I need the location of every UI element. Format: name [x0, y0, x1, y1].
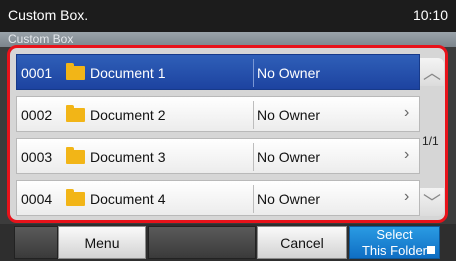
list-item[interactable]: 0003 Document 3 No Owner › — [16, 138, 420, 174]
list-item[interactable]: 0001 Document 1 No Owner — [16, 54, 420, 90]
window-title: Custom Box. — [8, 7, 89, 23]
column-divider — [253, 143, 254, 171]
chevron-right-icon[interactable]: › — [404, 188, 409, 206]
select-button-line2: This Folder — [361, 242, 428, 258]
chevron-right-icon[interactable]: › — [404, 146, 409, 164]
folder-icon — [66, 147, 85, 164]
select-this-folder-button[interactable]: Select This Folder — [349, 226, 440, 259]
menu-button-label: Menu — [84, 234, 120, 251]
folder-icon — [66, 105, 85, 122]
title-bar: Custom Box. 10:10 — [0, 0, 456, 32]
document-name: Document 1 — [90, 65, 166, 81]
document-owner: No Owner — [257, 191, 321, 207]
document-number: 0001 — [21, 65, 53, 81]
menu-button[interactable]: Menu — [58, 226, 146, 259]
folder-icon — [66, 63, 85, 80]
cancel-button-label: Cancel — [280, 234, 324, 251]
select-button-line1: Select — [376, 226, 413, 242]
blank-button[interactable] — [148, 226, 256, 259]
document-owner: No Owner — [257, 107, 321, 123]
document-number: 0004 — [21, 191, 53, 207]
document-number: 0002 — [21, 107, 53, 123]
scroll-up-button[interactable]: ︿ — [420, 58, 444, 86]
list-item[interactable]: 0004 Document 4 No Owner › — [16, 180, 420, 216]
cancel-button[interactable]: Cancel — [257, 226, 347, 259]
document-name: Document 2 — [90, 107, 166, 123]
column-divider — [253, 59, 254, 87]
corner-icon — [427, 246, 435, 254]
document-number: 0003 — [21, 149, 53, 165]
list-item[interactable]: 0002 Document 2 No Owner › — [16, 96, 420, 132]
blank-button[interactable] — [14, 226, 58, 259]
column-divider — [253, 101, 254, 129]
document-owner: No Owner — [257, 65, 321, 81]
column-divider — [253, 185, 254, 213]
document-name: Document 3 — [90, 149, 166, 165]
chevron-down-icon: ﹀ — [423, 193, 441, 213]
document-name: Document 4 — [90, 191, 166, 207]
breadcrumb: Custom Box — [8, 32, 74, 46]
document-list: 0001 Document 1 No Owner 0002 Document 2… — [7, 45, 448, 223]
page-indicator: 1/1 — [422, 134, 439, 148]
folder-icon — [66, 189, 85, 206]
scroll-down-button[interactable]: ﹀ — [420, 188, 444, 216]
bottom-toolbar: Menu Cancel Select This Folder — [0, 224, 456, 261]
document-owner: No Owner — [257, 149, 321, 165]
chevron-right-icon[interactable]: › — [404, 104, 409, 122]
clock: 10:10 — [412, 7, 448, 23]
chevron-up-icon: ︿ — [423, 63, 441, 83]
